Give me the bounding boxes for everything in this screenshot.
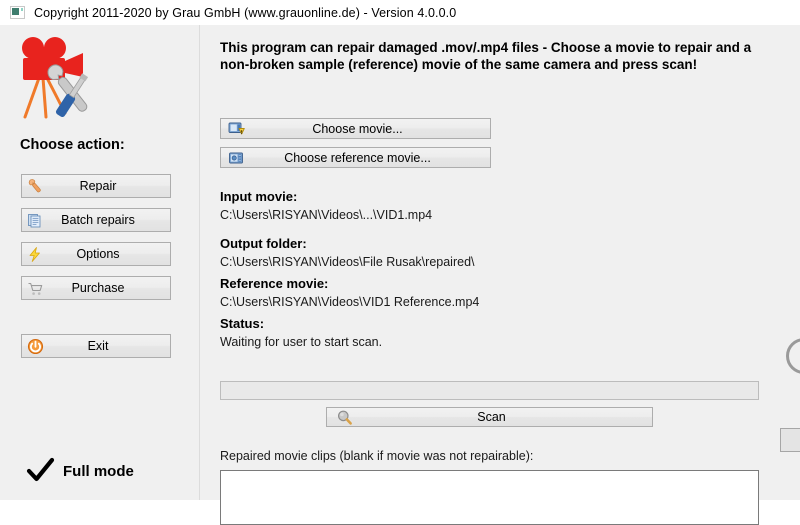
scan-button-label: Scan <box>477 410 506 424</box>
full-mode-toggle[interactable]: Full mode <box>26 457 134 485</box>
input-movie-label: Input movie: <box>220 189 298 204</box>
choose-movie-button[interactable]: Choose movie... <box>220 118 491 139</box>
magnifier-icon <box>327 409 361 426</box>
input-movie-value: C:\Users\RISYAN\Videos\...\VID1.mp4 <box>220 208 433 222</box>
choose-action-label: Choose action: <box>20 137 125 153</box>
main-panel: This program can repair damaged .mov/.mp… <box>200 25 800 525</box>
exit-button-label: Exit <box>87 339 109 353</box>
shopping-cart-icon <box>22 280 48 297</box>
title-bar: Copyright 2011-2020 by Grau GmbH (www.gr… <box>0 0 800 26</box>
status-label: Status: <box>220 316 265 331</box>
sidebar-item-purchase-label: Purchase <box>71 281 125 295</box>
reference-movie-value: C:\Users\RISYAN\Videos\VID1 Reference.mp… <box>220 295 480 309</box>
sidebar-item-repair[interactable]: Repair <box>21 174 171 198</box>
app-window-icon <box>10 6 25 19</box>
sidebar-item-batch-repairs[interactable]: Batch repairs <box>21 208 171 232</box>
instructions-heading: This program can repair damaged .mov/.mp… <box>220 40 752 72</box>
exit-button[interactable]: Exit <box>21 334 171 358</box>
sidebar-item-batch-repairs-label: Batch repairs <box>61 213 135 227</box>
scan-button[interactable]: Scan <box>326 407 653 427</box>
output-folder-field: Output folder: C:\Users\RISYAN\Videos\Fi… <box>220 236 475 270</box>
checkmark-icon <box>26 457 56 485</box>
application-window: Copyright 2011-2020 by Grau GmbH (www.gr… <box>0 0 800 525</box>
power-icon <box>22 338 48 355</box>
wrench-icon <box>22 178 48 195</box>
input-movie-field: Input movie: C:\Users\RISYAN\Videos\...\… <box>220 189 432 223</box>
movie-camera-icon <box>221 150 251 166</box>
choose-reference-movie-button[interactable]: Choose reference movie... <box>220 147 491 168</box>
output-folder-value: C:\Users\RISYAN\Videos\File Rusak\repair… <box>220 255 475 269</box>
movie-warning-icon <box>221 121 251 137</box>
output-folder-label: Output folder: <box>220 236 307 251</box>
full-mode-label: Full mode <box>63 462 134 480</box>
sidebar-item-options[interactable]: Options <box>21 242 171 266</box>
choose-movie-button-label: Choose movie... <box>312 121 403 136</box>
lightning-bolt-icon <box>22 246 48 263</box>
movie-camera-repair-logo <box>13 33 105 125</box>
repaired-clips-label: Repaired movie clips (blank if movie was… <box>220 449 534 463</box>
status-value: Waiting for user to start scan. <box>220 335 383 349</box>
sidebar-item-repair-label: Repair <box>79 179 117 193</box>
window-title: Copyright 2011-2020 by Grau GmbH (www.gr… <box>34 5 457 20</box>
sidebar: Choose action: Repair Batch repairs Opti… <box>0 25 199 500</box>
repaired-clips-textarea[interactable] <box>220 470 759 525</box>
scan-progress-bar <box>220 381 759 400</box>
reference-movie-field: Reference movie: C:\Users\RISYAN\Videos\… <box>220 276 479 310</box>
background-window-button <box>780 428 800 452</box>
status-field: Status: Waiting for user to start scan. <box>220 316 382 350</box>
sidebar-item-options-label: Options <box>76 247 120 261</box>
stacked-documents-icon <box>22 212 48 229</box>
choose-reference-movie-button-label: Choose reference movie... <box>284 150 431 165</box>
sidebar-item-purchase[interactable]: Purchase <box>21 276 171 300</box>
reference-movie-label: Reference movie: <box>220 276 329 291</box>
